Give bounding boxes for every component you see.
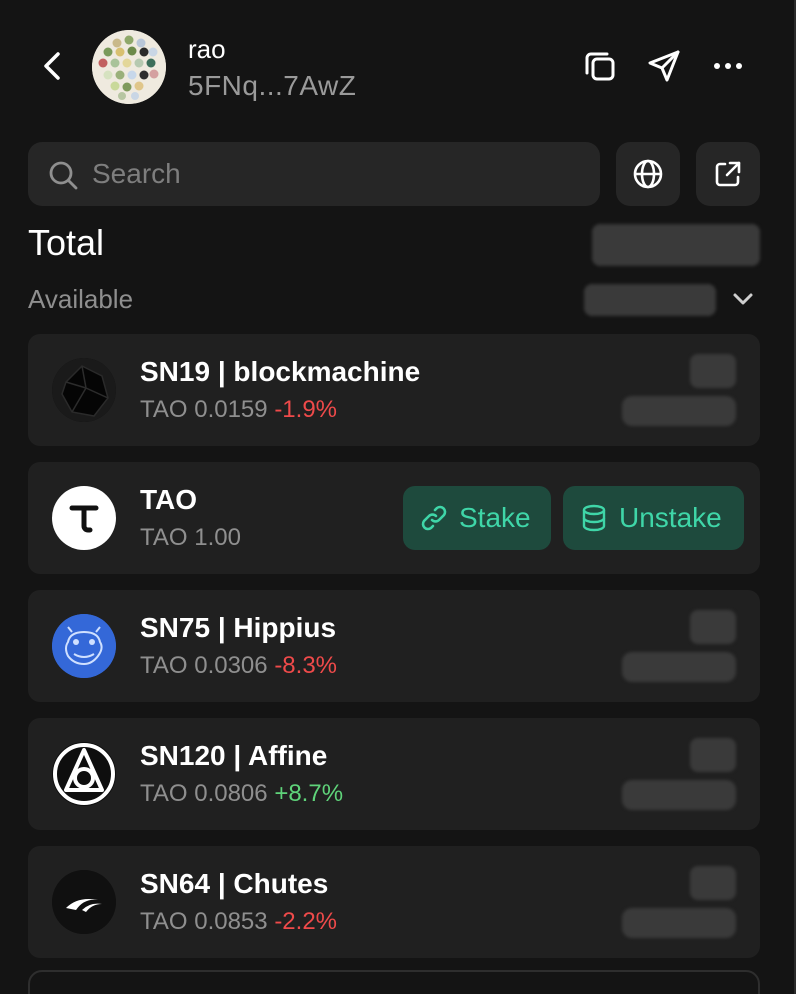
token-name: TAO: [140, 484, 198, 515]
token-row-sn120[interactable]: SN120 | Affine TAO 0.0806 +8.7%: [28, 718, 760, 830]
network-button[interactable]: [616, 142, 680, 206]
token-change: -8.3%: [274, 652, 338, 679]
token-amount-hidden: [690, 354, 736, 388]
tao-icon: [52, 486, 116, 550]
external-link-icon: [715, 161, 741, 187]
token-price-line: TAO 0.0159 -1.9%: [140, 396, 337, 424]
chevron-down-icon: [733, 293, 753, 305]
token-change: -1.9%: [274, 396, 338, 423]
token-change: +8.7%: [274, 780, 344, 807]
token-value-hidden: [622, 396, 736, 426]
hippius-icon: [52, 614, 116, 678]
copy-icon: [585, 52, 615, 81]
chevron-left-icon: [44, 52, 60, 80]
next-token-row-partial[interactable]: [28, 970, 760, 994]
account-name: rao: [188, 34, 226, 64]
token-price-line: TAO 0.0806 +8.7%: [140, 780, 343, 808]
token-price: TAO 0.0159: [140, 396, 268, 423]
token-value-hidden: [622, 908, 736, 938]
total-label: Total: [28, 222, 105, 263]
token-row-sn75[interactable]: SN75 | Hippius TAO 0.0306 -8.3%: [28, 590, 760, 702]
back-button[interactable]: [34, 46, 70, 86]
token-change: -2.2%: [274, 908, 338, 935]
token-price-line: TAO 0.0853 -2.2%: [140, 908, 337, 936]
expand-balance-button[interactable]: [728, 284, 758, 314]
copy-button[interactable]: [578, 44, 622, 88]
token-name: SN19 | blockmachine: [140, 356, 421, 387]
blockmachine-icon: [52, 358, 116, 422]
search-icon: [49, 161, 78, 190]
external-link-button[interactable]: [696, 142, 760, 206]
send-button[interactable]: [642, 44, 686, 88]
token-price: TAO 1.00: [140, 524, 241, 551]
token-name: SN120 | Affine: [140, 740, 328, 771]
link-icon: [421, 505, 447, 531]
token-price: TAO 0.0306: [140, 652, 268, 679]
account-header: rao 5FNq...7AwZ: [0, 0, 796, 130]
unstake-button[interactable]: Unstake: [563, 486, 744, 550]
available-value-hidden: [584, 284, 716, 316]
token-name: SN64 | Chutes: [140, 868, 329, 899]
search-bar: [28, 142, 600, 206]
account-address: 5FNq...7AwZ: [188, 70, 357, 101]
search-input[interactable]: [92, 152, 582, 196]
token-row-sn19[interactable]: SN19 | blockmachine TAO 0.0159 -1.9%: [28, 334, 760, 446]
more-horizontal-icon: [714, 63, 742, 69]
token-price-line: TAO 0.0306 -8.3%: [140, 652, 337, 680]
send-icon: [648, 50, 680, 82]
affine-icon: [52, 742, 116, 806]
globe-icon: [633, 159, 663, 189]
token-amount-hidden: [690, 610, 736, 644]
token-value-hidden: [622, 652, 736, 682]
more-options-button[interactable]: [706, 44, 750, 88]
token-amount-hidden: [690, 866, 736, 900]
token-price: TAO 0.0806: [140, 780, 268, 807]
token-price: TAO 0.0853: [140, 908, 268, 935]
stake-label: Stake: [459, 502, 531, 533]
account-avatar: [92, 30, 166, 104]
unstake-label: Unstake: [619, 502, 722, 533]
total-value-hidden: [592, 224, 760, 266]
token-row-sn64[interactable]: SN64 | Chutes TAO 0.0853 -2.2%: [28, 846, 760, 958]
chutes-icon: [52, 870, 116, 934]
token-row-tao[interactable]: TAO TAO 1.00 Stake Unstake: [28, 462, 760, 574]
stake-button[interactable]: Stake: [403, 486, 551, 550]
database-icon: [582, 504, 606, 532]
available-label: Available: [28, 284, 134, 314]
token-name: SN75 | Hippius: [140, 612, 337, 643]
token-amount-hidden: [690, 738, 736, 772]
token-value-hidden: [622, 780, 736, 810]
identicon: [92, 30, 166, 104]
